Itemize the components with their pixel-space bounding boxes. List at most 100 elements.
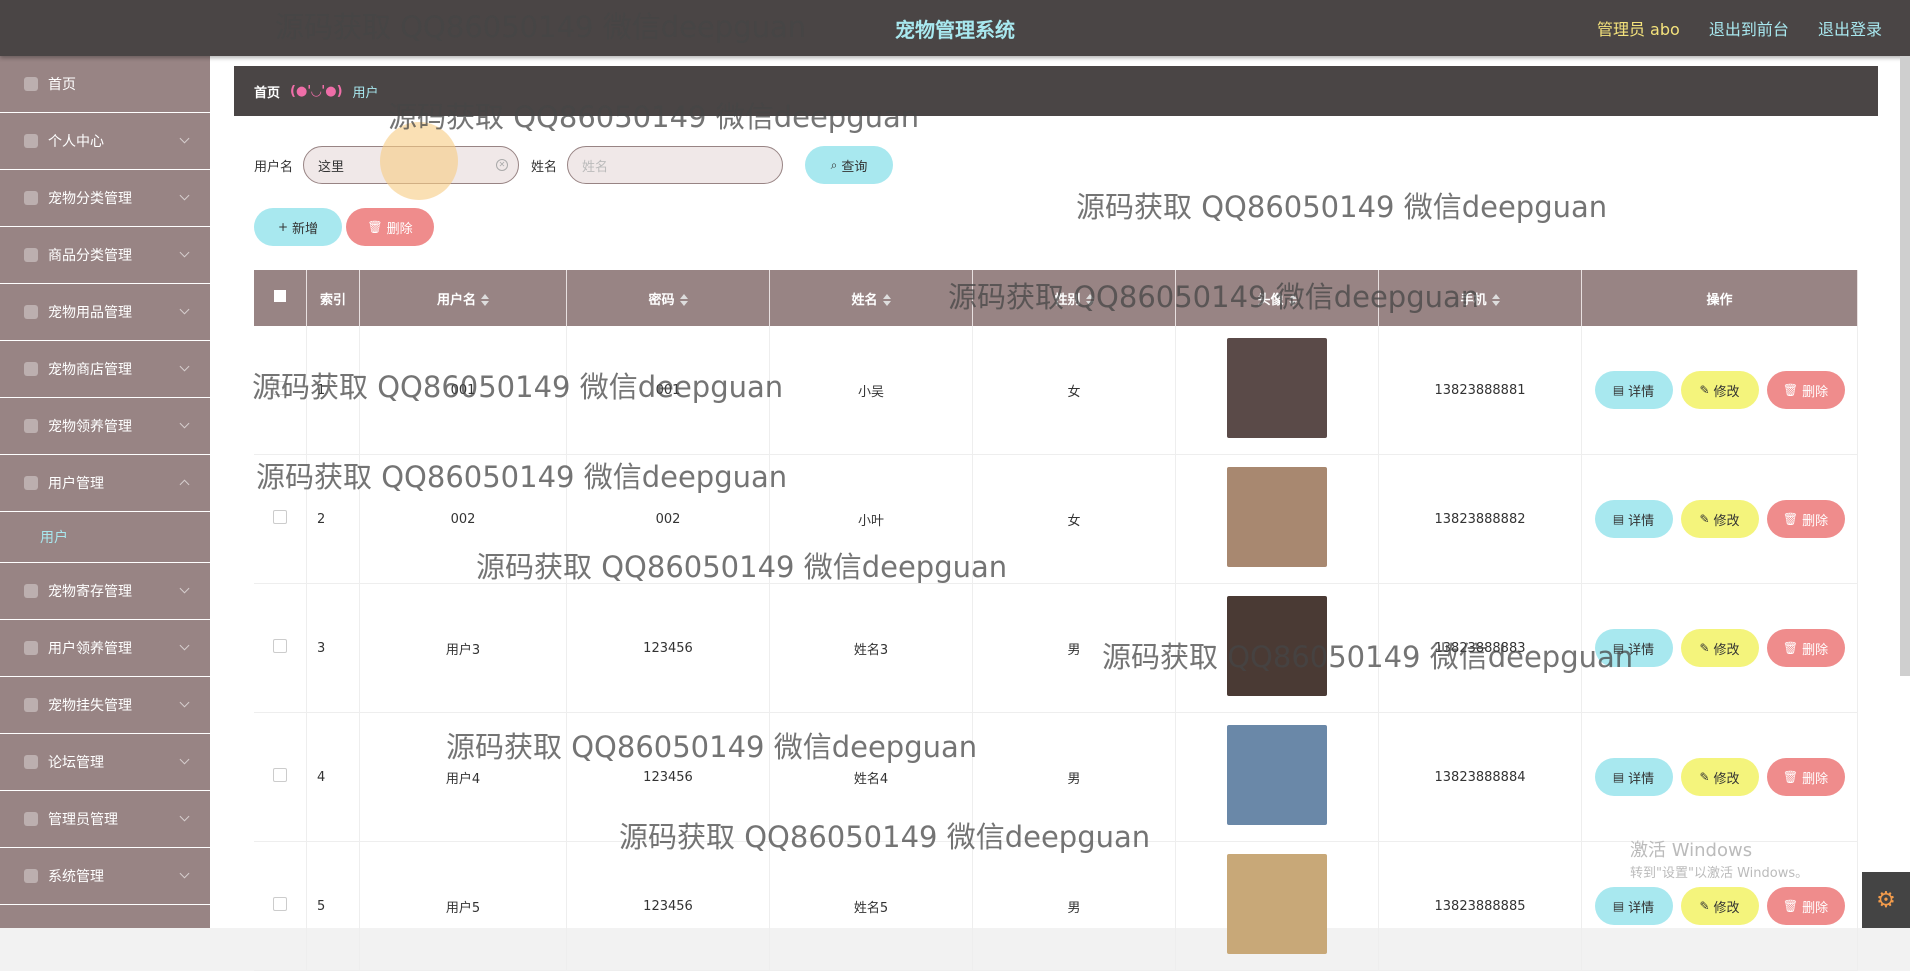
table-row: 4 用户4 123456 姓名4 男 13823888884 ▤ 详情 ✎ 修改 🗑 删除	[254, 712, 1858, 842]
sidebar-item-pet-boarding[interactable]: 宠物寄存管理	[0, 563, 210, 620]
delete-button[interactable]: 🗑 删除	[1766, 758, 1845, 796]
header-phone[interactable]: 手机	[1378, 270, 1582, 326]
user-icon	[24, 698, 38, 712]
chevron-down-icon	[179, 868, 190, 879]
sort-icon[interactable]	[1288, 294, 1297, 306]
sidebar-item-system[interactable]: 系统管理	[0, 848, 210, 905]
edit-button-label: 修改	[1713, 900, 1740, 916]
detail-button[interactable]: ▤ 详情	[1594, 887, 1673, 925]
row-select[interactable]	[254, 454, 307, 584]
detail-button[interactable]: ▤ 详情	[1594, 758, 1673, 796]
sort-icon[interactable]	[1085, 294, 1094, 306]
row-phone: 13823888881	[1378, 326, 1582, 455]
page-scrollbar[interactable]	[1900, 56, 1910, 676]
delete-button[interactable]: 🗑 删除	[1766, 887, 1845, 925]
document-icon: ▤	[1612, 383, 1625, 397]
header-password[interactable]: 密码	[566, 270, 770, 326]
row-checkbox[interactable]	[273, 381, 287, 395]
table-row: 1 001 001 小吴女 13823888881 ▤ 详情 ✎ 修改 🗑 删除	[254, 326, 1858, 455]
pencil-icon: ✎	[1699, 899, 1710, 913]
document-icon: ▤	[1612, 899, 1625, 913]
header-select-all[interactable]	[254, 270, 307, 326]
detail-button[interactable]: ▤ 详情	[1594, 500, 1673, 538]
name-input[interactable]: 姓名	[567, 146, 784, 184]
sidebar-item-pet-shop[interactable]: 宠物商店管理	[0, 341, 210, 398]
sidebar-item-admin[interactable]: 管理员管理	[0, 791, 210, 848]
row-index: 4	[306, 712, 360, 842]
sidebar-item-label: 宠物分类管理	[48, 191, 132, 207]
row-name: 小叶	[769, 454, 973, 584]
sort-icon[interactable]	[481, 294, 489, 306]
row-password: 123456	[566, 712, 770, 842]
row-select[interactable]	[254, 712, 307, 842]
settings-gear-icon[interactable]: ⚙	[1862, 872, 1910, 928]
table-row: 5 用户5 123456 姓名5 男 13823888885 ▤ 详情 ✎ 修改 🗑 删除	[254, 841, 1858, 971]
edit-button[interactable]: ✎ 修改	[1680, 758, 1759, 796]
batch-delete-button[interactable]: 🗑 删除	[346, 208, 434, 246]
header-username[interactable]: 用户名	[359, 270, 567, 326]
sidebar-item-pet-adoption[interactable]: 宠物领养管理	[0, 398, 210, 455]
delete-button[interactable]: 🗑 删除	[1766, 629, 1845, 667]
chevron-up-icon	[179, 479, 190, 490]
logout-link[interactable]: 退出登录	[1818, 20, 1882, 39]
sidebar-item-pet-lost[interactable]: 宠物挂失管理	[0, 677, 210, 734]
detail-button[interactable]: ▤ 详情	[1594, 371, 1673, 409]
row-username: 002	[359, 454, 567, 584]
document-icon: ▤	[1612, 641, 1625, 655]
select-all-checkbox[interactable]	[274, 290, 286, 302]
sidebar-item-pet-category[interactable]: 宠物分类管理	[0, 170, 210, 227]
table-header-row: 索引 用户名 密码 姓名 性别 头像 手机 操作	[254, 270, 1858, 326]
table-row: 2 002 002 小叶女 13823888882 ▤ 详情 ✎ 修改 🗑 删除	[254, 454, 1858, 584]
row-checkbox[interactable]	[273, 897, 287, 911]
sidebar-item-label: 用户管理	[48, 476, 104, 492]
name-input-placeholder: 姓名	[582, 159, 609, 175]
query-button[interactable]: ⌕ 查询	[805, 146, 894, 184]
sidebar-item-label: 宠物挂失管理	[48, 698, 132, 714]
edit-button[interactable]: ✎ 修改	[1680, 500, 1759, 538]
clear-icon[interactable]: ✕	[496, 159, 509, 171]
row-gender: 女	[972, 454, 1176, 584]
delete-button[interactable]: 🗑 删除	[1766, 371, 1845, 409]
header-name[interactable]: 姓名	[769, 270, 973, 326]
detail-button[interactable]: ▤ 详情	[1594, 629, 1673, 667]
pencil-icon: ✎	[1699, 512, 1710, 526]
row-select[interactable]	[254, 841, 307, 971]
row-select[interactable]	[254, 583, 307, 713]
edit-button[interactable]: ✎ 修改	[1680, 629, 1759, 667]
sidebar-item-label: 用户领养管理	[48, 641, 132, 657]
header-avatar[interactable]: 头像	[1175, 270, 1379, 326]
sidebar-item-personal-center[interactable]: 个人中心	[0, 113, 210, 170]
row-password: 123456	[566, 583, 770, 713]
row-select[interactable]	[254, 326, 307, 455]
trash-icon: 🗑	[1782, 512, 1799, 526]
sidebar-item-user-management[interactable]: 用户管理	[0, 455, 210, 512]
add-button[interactable]: + 新增	[254, 208, 342, 246]
sidebar-item-home[interactable]: 首页	[0, 56, 210, 113]
back-to-front-link[interactable]: 退出到前台	[1709, 20, 1789, 39]
sort-icon[interactable]	[1491, 294, 1500, 306]
cursor-highlight	[380, 122, 458, 200]
sidebar-item-label: 宠物商店管理	[48, 362, 132, 378]
header-gender[interactable]: 性别	[972, 270, 1176, 326]
sidebar-item-forum[interactable]: 论坛管理	[0, 734, 210, 791]
row-checkbox[interactable]	[273, 768, 287, 782]
plus-icon: +	[277, 220, 289, 234]
delete-button[interactable]: 🗑 删除	[1766, 500, 1845, 538]
sidebar-item-user-adoption[interactable]: 用户领养管理	[0, 620, 210, 677]
sort-icon[interactable]	[679, 294, 688, 306]
edit-button[interactable]: ✎ 修改	[1680, 371, 1759, 409]
admin-label: 管理员 abo	[1596, 20, 1680, 39]
user-icon	[24, 134, 38, 148]
row-name: 姓名4	[769, 712, 973, 842]
sort-icon[interactable]	[882, 294, 891, 306]
edit-button[interactable]: ✎ 修改	[1680, 887, 1759, 925]
sidebar-item-label: 宠物用品管理	[48, 305, 132, 321]
row-checkbox[interactable]	[273, 510, 287, 524]
header-operations: 操作	[1581, 270, 1858, 326]
sidebar-subitem-user[interactable]: 用户	[0, 512, 210, 563]
breadcrumb-home[interactable]: 首页	[254, 82, 280, 101]
row-checkbox[interactable]	[273, 639, 287, 653]
detail-button-label: 详情	[1628, 642, 1655, 658]
sidebar-item-pet-supplies[interactable]: 宠物用品管理	[0, 284, 210, 341]
sidebar-item-goods-category[interactable]: 商品分类管理	[0, 227, 210, 284]
